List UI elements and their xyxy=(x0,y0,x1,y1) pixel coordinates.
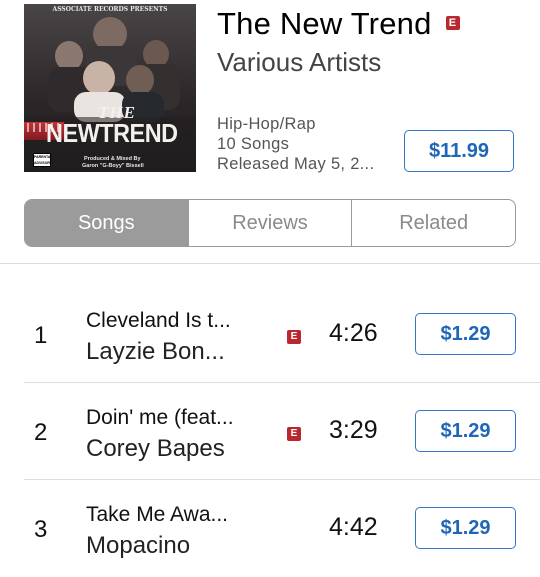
track-buy-button[interactable]: $1.29 xyxy=(415,410,516,452)
track-artist: Corey Bapes xyxy=(86,435,225,462)
album-cover-art[interactable]: ASSOCIATE RECORDS PRESENTS THE NEWTREND … xyxy=(24,4,196,172)
explicit-icon: E xyxy=(287,330,301,344)
track-number: 1 xyxy=(34,322,48,349)
track-duration: 4:26 xyxy=(329,319,378,347)
track-number: 3 xyxy=(34,516,48,543)
track-artist: Mopacino xyxy=(86,532,191,559)
cover-credits-1: Produced & Mixed By xyxy=(84,156,141,162)
track-title: Cleveland Is t... xyxy=(86,309,231,332)
track-duration: 3:29 xyxy=(329,416,378,444)
track-row[interactable]: 1 Cleveland Is t... Layzie Bon... E 4:26… xyxy=(0,286,540,383)
section-divider xyxy=(0,263,540,264)
explicit-badge-icon: E xyxy=(445,15,460,30)
track-number: 2 xyxy=(34,419,48,446)
track-title: Take Me Awa... xyxy=(86,503,229,526)
tab-reviews[interactable]: Reviews xyxy=(187,200,352,246)
explicit-icon: E xyxy=(287,427,301,441)
album-title-text: The New Trend xyxy=(217,6,432,41)
track-title: Doin' me (feat... xyxy=(86,406,234,429)
tab-songs[interactable]: Songs xyxy=(25,200,188,246)
album-buy-button[interactable]: $11.99 xyxy=(404,130,514,172)
album-artist-link[interactable]: Various Artists xyxy=(217,47,381,78)
album-release-date: Released May 5, 2... xyxy=(217,155,375,173)
track-duration: 4:42 xyxy=(329,513,378,541)
track-row[interactable]: 2 Doin' me (feat... Corey Bapes E 3:29 $… xyxy=(0,383,540,480)
track-row[interactable]: 3 Take Me Awa... Mopacino 4:42 $1.29 xyxy=(0,480,540,577)
parental-advisory-label: PARENTAL ADVISORY xyxy=(33,153,51,167)
cover-title: NEWTREND xyxy=(46,118,178,148)
segmented-tabs: Songs Reviews Related xyxy=(24,199,516,247)
cover-top-line: ASSOCIATE RECORDS PRESENTS xyxy=(52,6,168,13)
cover-credits-2: Garon "G-Boyy" Bissell xyxy=(82,163,144,169)
track-buy-button[interactable]: $1.29 xyxy=(415,507,516,549)
track-buy-button[interactable]: $1.29 xyxy=(415,313,516,355)
album-title: The New Trend E xyxy=(217,6,460,42)
track-artist: Layzie Bon... xyxy=(86,338,225,365)
tab-related[interactable]: Related xyxy=(351,200,515,246)
album-genre: Hip-Hop/Rap xyxy=(217,115,316,133)
album-song-count: 10 Songs xyxy=(217,135,290,153)
